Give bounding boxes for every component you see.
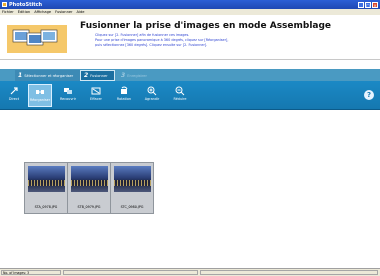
direct-button[interactable]: Direct: [2, 84, 26, 107]
image-thumbnail[interactable]: STA_0978.JPG: [24, 162, 68, 214]
tab-save[interactable]: 3 Enregistrer: [118, 70, 163, 81]
thumbnail-filename: STB_0979.JPG: [77, 205, 101, 209]
zoom-in-icon: [147, 86, 157, 96]
toolbar: Direct Réorganiser Recouvrir Effacer Rot…: [0, 81, 380, 110]
cover-icon: [64, 88, 72, 94]
step-tabs: 1 Sélectionner et réorganiser 2 Fusionne…: [0, 69, 380, 81]
banner-line-3: puis sélectionnez [360 degrés]. Cliquez …: [95, 43, 208, 47]
image-workarea: STA_0978.JPG STB_0979.JPG STC_0980.JPG: [0, 110, 380, 268]
direct-icon: [10, 87, 18, 95]
reorganize-icon: [36, 90, 44, 94]
thumbnail-filename: STC_0980.JPG: [120, 205, 144, 209]
erase-button[interactable]: Effacer: [84, 84, 108, 107]
minimize-button[interactable]: _: [358, 1, 364, 8]
stitch-illustration-icon: [7, 25, 67, 53]
thumbnail-photo: [71, 166, 108, 192]
instruction-banner: Fusionner la prise d'images en mode Asse…: [0, 15, 380, 60]
erase-icon: [91, 87, 101, 95]
close-button[interactable]: ×: [372, 1, 378, 8]
banner-line-1: Cliquez sur [2. Fusionner] afin de fusio…: [95, 33, 190, 37]
thumbnail-filename: STA_0978.JPG: [34, 205, 58, 209]
rotate-button[interactable]: Rotation: [112, 84, 136, 107]
cover-button[interactable]: Recouvrir: [56, 84, 80, 107]
zoom-out-button[interactable]: Réduire: [168, 84, 192, 107]
status-cell: [200, 270, 378, 275]
window-controls: _ □ ×: [358, 1, 378, 8]
app-icon: [2, 2, 7, 7]
zoom-in-button[interactable]: Agrandir: [140, 84, 164, 107]
title-bar: PhotoStitch _ □ ×: [0, 0, 380, 9]
image-count: No. of Images: 3: [1, 270, 61, 275]
window-title: PhotoStitch: [9, 1, 43, 8]
banner-line-2: Pour une prise d'images panoramique à 36…: [95, 38, 229, 42]
reorganize-button[interactable]: Réorganiser: [28, 84, 52, 107]
thumbnail-photo: [28, 166, 65, 192]
rotate-icon: [121, 86, 128, 94]
banner-heading: Fusionner la prise d'images en mode Asse…: [80, 21, 332, 31]
image-thumbnail[interactable]: STB_0979.JPG: [67, 162, 111, 214]
tab-merge[interactable]: 2 Fusionner: [80, 70, 115, 81]
zoom-out-icon: [175, 86, 185, 96]
thumbnail-photo: [114, 166, 151, 192]
maximize-button[interactable]: □: [365, 1, 371, 8]
status-cell: [63, 270, 198, 275]
help-button[interactable]: ?: [364, 90, 374, 100]
image-thumbnail[interactable]: STC_0980.JPG: [110, 162, 154, 214]
tab-select-reorganize[interactable]: 1 Sélectionner et réorganiser: [15, 70, 80, 81]
